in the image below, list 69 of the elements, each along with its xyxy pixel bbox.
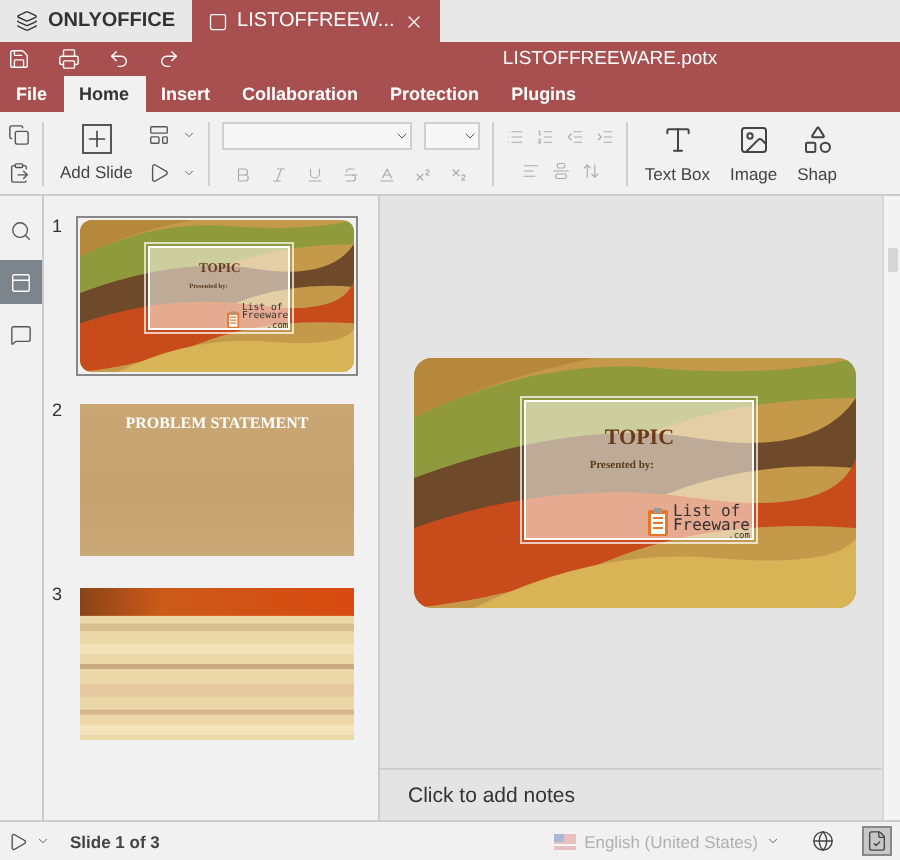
font-color-icon: [378, 166, 397, 184]
menu-tab[interactable]: Insert: [145, 76, 227, 112]
font-size-field[interactable]: [424, 122, 481, 150]
caret-icon: [182, 165, 197, 179]
line-spacing-icon: [581, 161, 600, 179]
close-icon: [404, 11, 425, 31]
save-icon: [8, 48, 30, 70]
search-icon: [10, 219, 32, 241]
scrollbar-thumb[interactable]: [887, 248, 897, 272]
layout-icon: [148, 123, 171, 145]
strikethrough-icon: [342, 166, 361, 184]
bold-icon: [234, 166, 253, 184]
menu-tab[interactable]: Plugins: [495, 76, 593, 112]
play-icon: [148, 161, 171, 183]
caret-icon: [766, 834, 780, 848]
slides-icon: [10, 271, 32, 293]
menu-tab[interactable]: Protection: [374, 76, 496, 112]
add-slide-button[interactable]: Add Slide: [56, 124, 137, 182]
print-icon: [58, 48, 80, 70]
indent-decrease-icon: [566, 127, 585, 145]
copy-icon: [8, 123, 30, 145]
app-tab[interactable]: ONLYOFFICE: [0, 0, 192, 42]
text-box-icon: [661, 123, 694, 155]
slides-button[interactable]: [0, 260, 42, 304]
slide-number: 3: [52, 584, 65, 608]
menu-tab[interactable]: Collaboration: [226, 76, 375, 112]
caret-icon: [394, 128, 411, 144]
flag-icon: [554, 833, 577, 849]
indent-increase-icon: [596, 127, 615, 145]
shapes-icon: [801, 123, 834, 155]
comment-icon: [10, 323, 32, 345]
image-button[interactable]: Image: [726, 123, 782, 183]
numbered-list-icon: [536, 127, 555, 145]
spellcheck-button[interactable]: [862, 826, 892, 856]
window-title: LISTOFFREEWARE.potx: [500, 48, 720, 70]
logo-text: List of: [672, 503, 741, 519]
image-icon: [737, 123, 770, 155]
redo-icon: [158, 48, 180, 70]
paste-icon: [8, 161, 30, 183]
scrollbar[interactable]: [882, 196, 900, 820]
slide-counter: Slide 1 of 3: [70, 831, 162, 851]
vertical-align-icon: [551, 161, 570, 179]
shape-button[interactable]: Shap: [793, 123, 841, 183]
app-tab[interactable]: LISTOFFREEW...: [191, 0, 441, 42]
menu-tab[interactable]: Home: [63, 76, 146, 112]
slide-number: 2: [52, 400, 65, 424]
clipboard-icon: [646, 506, 671, 539]
globe-icon: [812, 830, 834, 852]
italic-icon: [270, 166, 289, 184]
caret-icon: [462, 128, 479, 144]
bullet-list-icon: [506, 127, 525, 145]
superscript-icon: [414, 166, 433, 184]
menu-tab[interactable]: File: [0, 76, 64, 112]
subscript-icon: [450, 166, 469, 184]
align-left-icon: [521, 161, 540, 179]
slide-title: TOPIC: [604, 425, 675, 450]
undo-icon: [108, 48, 130, 70]
font-field[interactable]: [222, 122, 413, 150]
slide-number: 1: [52, 216, 65, 240]
caret-icon: [36, 834, 50, 848]
logo-text: Freeware: [672, 518, 750, 534]
slide-title: PROBLEM STATEMENT: [123, 414, 311, 432]
play-icon: [8, 831, 28, 851]
plus-icon: [81, 124, 112, 154]
underline-icon: [306, 166, 325, 184]
notes-field[interactable]: Click to add notes: [380, 768, 882, 820]
caret-icon: [182, 127, 197, 141]
text-box-button[interactable]: Text Box: [640, 123, 714, 183]
layers-icon: [16, 10, 38, 32]
